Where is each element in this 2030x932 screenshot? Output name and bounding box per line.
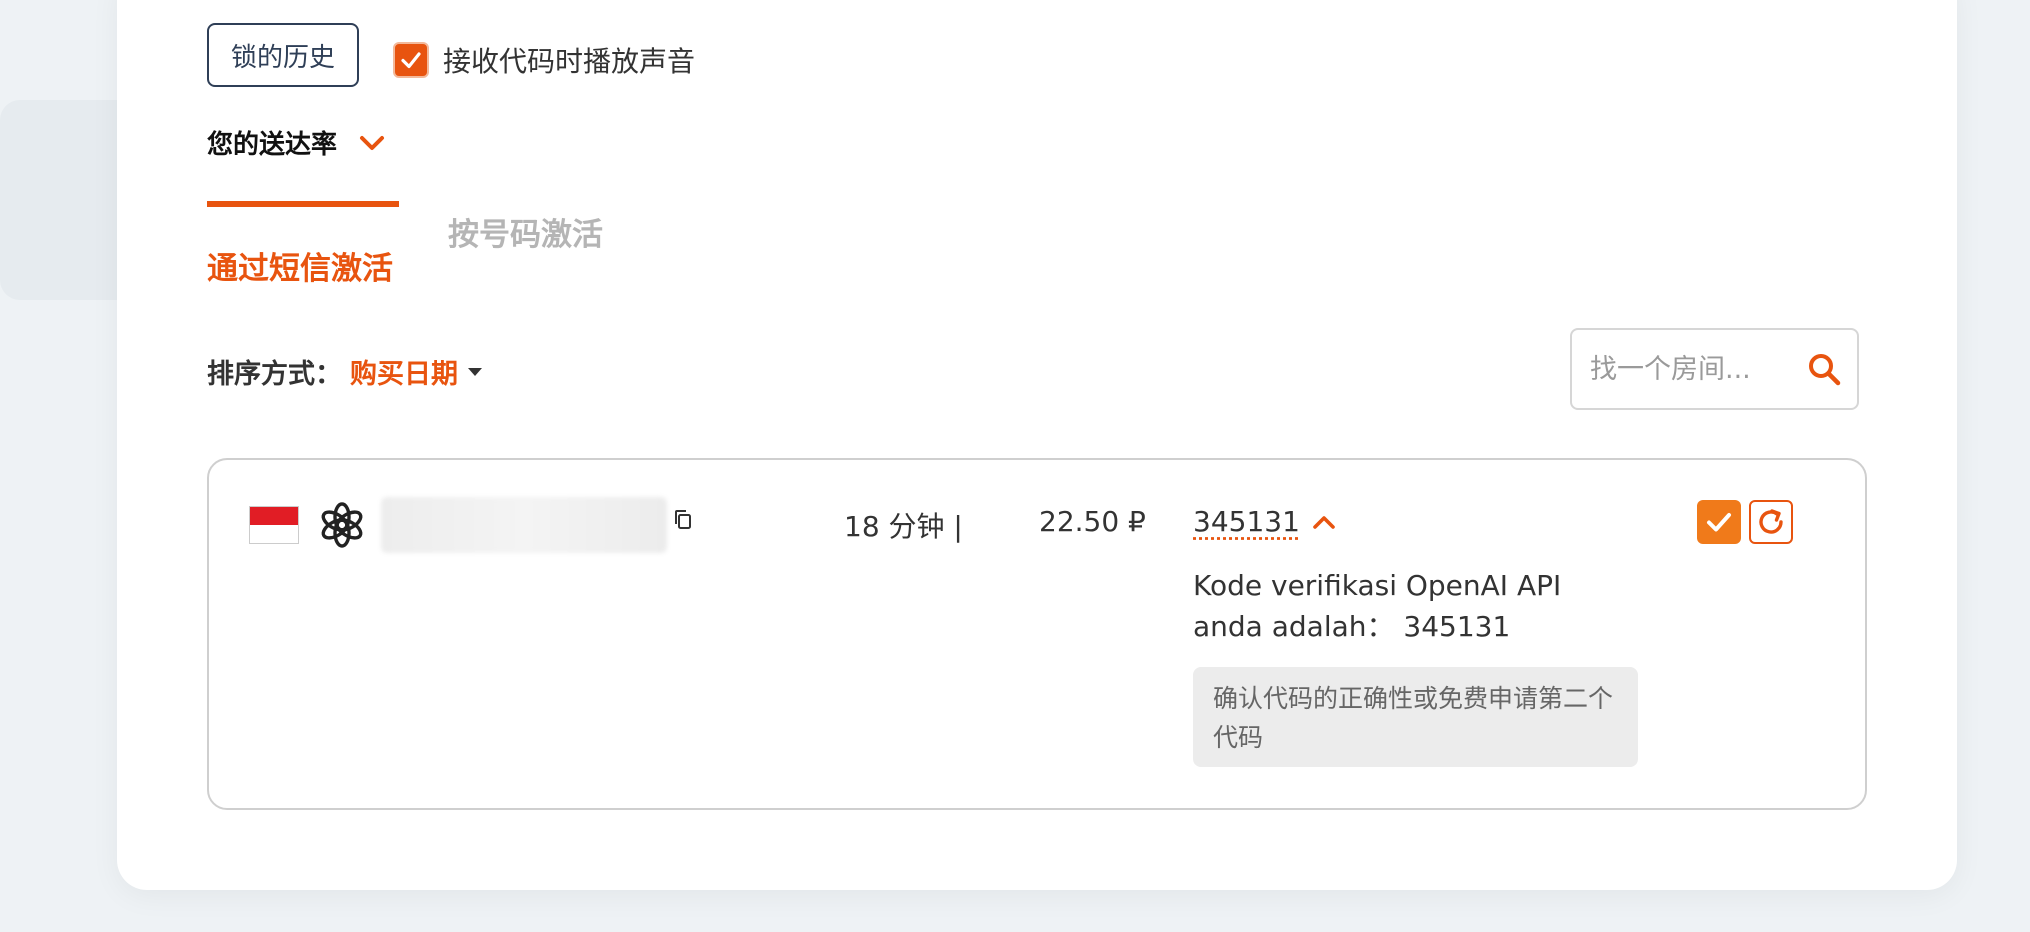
sound-checkbox-label: 接收代码时播放声音 — [443, 45, 696, 78]
tab-sms-activation[interactable]: 通过短信激活 — [207, 243, 393, 288]
tab-number-activation[interactable]: 按号码激活 — [448, 209, 603, 254]
sms-message-text: Kode verifikasi OpenAI API anda adalah： … — [1193, 569, 1562, 643]
order-duration: 18 分钟 | — [844, 510, 963, 543]
phone-number-blurred — [381, 497, 667, 553]
chevron-up-icon[interactable] — [1312, 514, 1336, 530]
sort-label: 排序方式： — [207, 359, 342, 390]
confirm-code-button[interactable] — [1697, 500, 1741, 544]
checkmark-icon — [401, 52, 421, 69]
indonesia-flag-icon — [249, 506, 299, 544]
caret-down-icon[interactable] — [468, 367, 482, 376]
second-code-request-notice[interactable]: 确认代码的正确性或免费申请第二个代码 — [1193, 667, 1638, 767]
order-price: 22.50 ₽ — [1039, 505, 1146, 538]
delivery-rate-toggle[interactable]: 您的送达率 — [207, 124, 385, 161]
chevron-down-icon — [360, 135, 385, 150]
search-box — [1570, 328, 1859, 410]
search-input[interactable] — [1588, 352, 1802, 386]
delivery-rate-label: 您的送达率 — [207, 130, 338, 160]
received-code[interactable]: 345131 — [1193, 505, 1300, 538]
received-code-row: 345131 — [1193, 505, 1336, 538]
active-tab-indicator — [207, 201, 399, 207]
lock-history-button[interactable]: 锁的历史 — [207, 23, 359, 87]
refresh-icon — [1759, 509, 1783, 534]
sound-toggle-row[interactable]: 接收代码时播放声音 — [393, 40, 695, 80]
check-icon — [1707, 513, 1731, 532]
copy-icon[interactable] — [673, 509, 693, 531]
sound-checkbox[interactable] — [393, 42, 429, 78]
request-new-code-button[interactable] — [1749, 500, 1793, 544]
search-icon[interactable] — [1807, 352, 1841, 386]
sort-control: 排序方式： 购买日期 — [207, 352, 482, 391]
openai-icon — [321, 502, 363, 548]
sort-value-dropdown[interactable]: 购买日期 — [350, 352, 458, 391]
